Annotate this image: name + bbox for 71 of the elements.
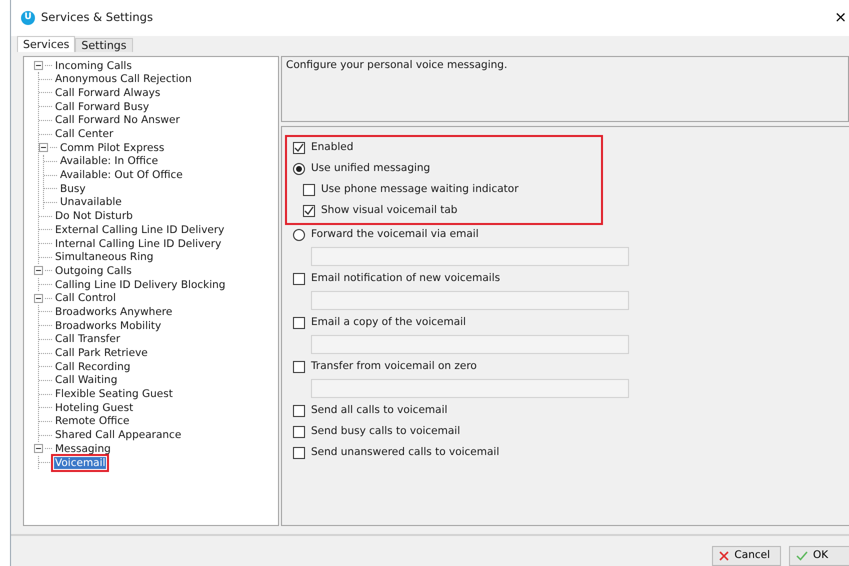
text-field[interactable] — [311, 334, 629, 354]
tree-item[interactable]: Call Recording — [54, 360, 132, 373]
checkbox[interactable] — [293, 426, 305, 438]
collapse-icon[interactable] — [34, 266, 43, 276]
collapse-icon[interactable] — [39, 143, 48, 152]
tree-item[interactable]: Available: In Office — [59, 155, 160, 168]
tab[interactable]: Services — [17, 36, 76, 52]
checkbox[interactable] — [293, 361, 305, 374]
collapse-icon[interactable] — [34, 444, 43, 454]
description-text: Configure your personal voice messaging. — [286, 58, 508, 71]
tree-item[interactable]: Shared Call Appearance — [54, 429, 182, 442]
check-icon — [796, 551, 808, 561]
tree-item[interactable]: Flexible Seating Guest — [54, 388, 174, 400]
checkbox[interactable] — [293, 317, 305, 330]
tree-item[interactable]: Broadworks Anywhere — [54, 306, 174, 318]
checkbox[interactable] — [293, 142, 305, 154]
close-button[interactable]: × — [828, 9, 849, 26]
close-icon — [719, 551, 730, 561]
tree-item[interactable]: Unavailable — [59, 196, 123, 208]
option-label: Transfer from voicemail on zero — [311, 359, 477, 374]
tree-item[interactable]: Busy — [59, 182, 87, 195]
app-logo-icon: U — [21, 10, 35, 25]
tree-item[interactable]: Call Park Retrieve — [54, 347, 149, 359]
tree-item[interactable]: Incoming Calls — [54, 60, 133, 72]
tree-item[interactable]: Call Waiting — [54, 374, 118, 386]
option-label: Use phone message waiting indicator — [321, 182, 519, 198]
checkbox[interactable] — [303, 184, 315, 196]
window-title: Services & Settings — [41, 9, 153, 26]
radio-button[interactable] — [293, 229, 305, 242]
tree-item[interactable]: Call Forward No Answer — [54, 114, 181, 126]
cancel-button[interactable]: Cancel — [712, 546, 781, 566]
ok-button[interactable]: OK — [789, 546, 849, 566]
text-field[interactable] — [311, 378, 629, 398]
tree-item[interactable]: Simultaneous Ring — [54, 251, 154, 264]
option-label: Forward the voicemail via email — [311, 227, 479, 242]
radio-button[interactable] — [293, 163, 305, 176]
tree-item[interactable]: Call Control — [54, 292, 117, 304]
tree-item[interactable]: External Calling Line ID Delivery — [54, 224, 226, 236]
tree-item[interactable]: Comm Pilot Express — [59, 142, 166, 154]
checkbox[interactable] — [293, 405, 305, 418]
option-label: Enabled — [311, 140, 354, 156]
option-label: Show visual voicemail tab — [321, 203, 458, 218]
tree-item[interactable]: Voicemail — [54, 456, 106, 468]
tree-item[interactable]: Do Not Disturb — [54, 210, 134, 222]
tree-item[interactable]: Outgoing Calls — [54, 264, 133, 277]
tree-item[interactable]: Broadworks Mobility — [54, 320, 162, 332]
tree-item[interactable]: Calling Line ID Delivery Blocking — [54, 278, 226, 291]
option-label: Send unanswered calls to voicemail — [311, 445, 500, 460]
tree-item[interactable]: Call Forward Busy — [54, 100, 150, 113]
text-field[interactable] — [311, 246, 629, 266]
tree-item[interactable]: Messaging — [54, 442, 112, 455]
tree-item[interactable]: Internal Calling Line ID Delivery — [54, 238, 222, 250]
tab[interactable]: Settings — [75, 38, 133, 52]
option-label: Email a copy of the voicemail — [311, 315, 466, 330]
checkbox[interactable] — [293, 447, 305, 460]
collapse-icon[interactable] — [34, 294, 43, 303]
tree-item[interactable]: Anonymous Call Rejection — [54, 73, 193, 86]
tree-item[interactable]: Call Transfer — [54, 333, 122, 346]
tree-item[interactable]: Remote Office — [54, 415, 130, 428]
option-label: Email notification of new voicemails — [311, 271, 500, 286]
option-label: Use unified messaging — [311, 161, 430, 176]
text-field[interactable] — [311, 290, 629, 310]
tree-item[interactable]: Call Center — [54, 128, 114, 140]
checkbox[interactable] — [303, 205, 315, 218]
collapse-icon[interactable] — [34, 61, 43, 70]
checkbox[interactable] — [293, 273, 305, 286]
tree-item[interactable]: Available: Out Of Office — [59, 169, 184, 182]
option-label: Send all calls to voicemail — [311, 403, 448, 418]
tree-item[interactable]: Hoteling Guest — [54, 402, 134, 414]
option-label: Send busy calls to voicemail — [311, 424, 460, 440]
tree-item[interactable]: Call Forward Always — [54, 86, 162, 99]
